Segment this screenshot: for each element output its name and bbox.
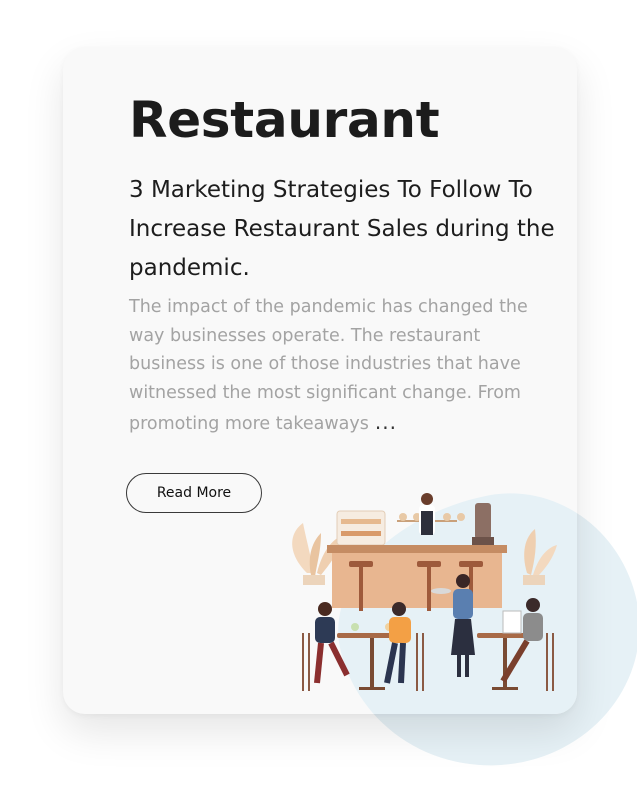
article-excerpt: The impact of the pandemic has changed t… [129,293,559,439]
display-shelf [336,510,465,546]
diner-man [302,602,350,691]
diner-woman [384,602,424,691]
read-more-button[interactable]: Read More [126,473,262,513]
counter [327,545,507,608]
diner-reader [500,598,554,691]
excerpt-text: The impact of the pandemic has changed t… [129,297,528,434]
article-headline: 3 Marketing Strategies To Follow To Incr… [129,177,555,281]
category-title: Restaurant [129,91,440,149]
restaurant-illustration [292,493,557,691]
ellipsis: ... [374,409,397,434]
plant-right [523,529,557,585]
coffee-machine [472,503,494,547]
blog-card: Restaurant 3 Marketing Strategies To Fol… [63,47,577,714]
waiter-figure [419,493,435,535]
